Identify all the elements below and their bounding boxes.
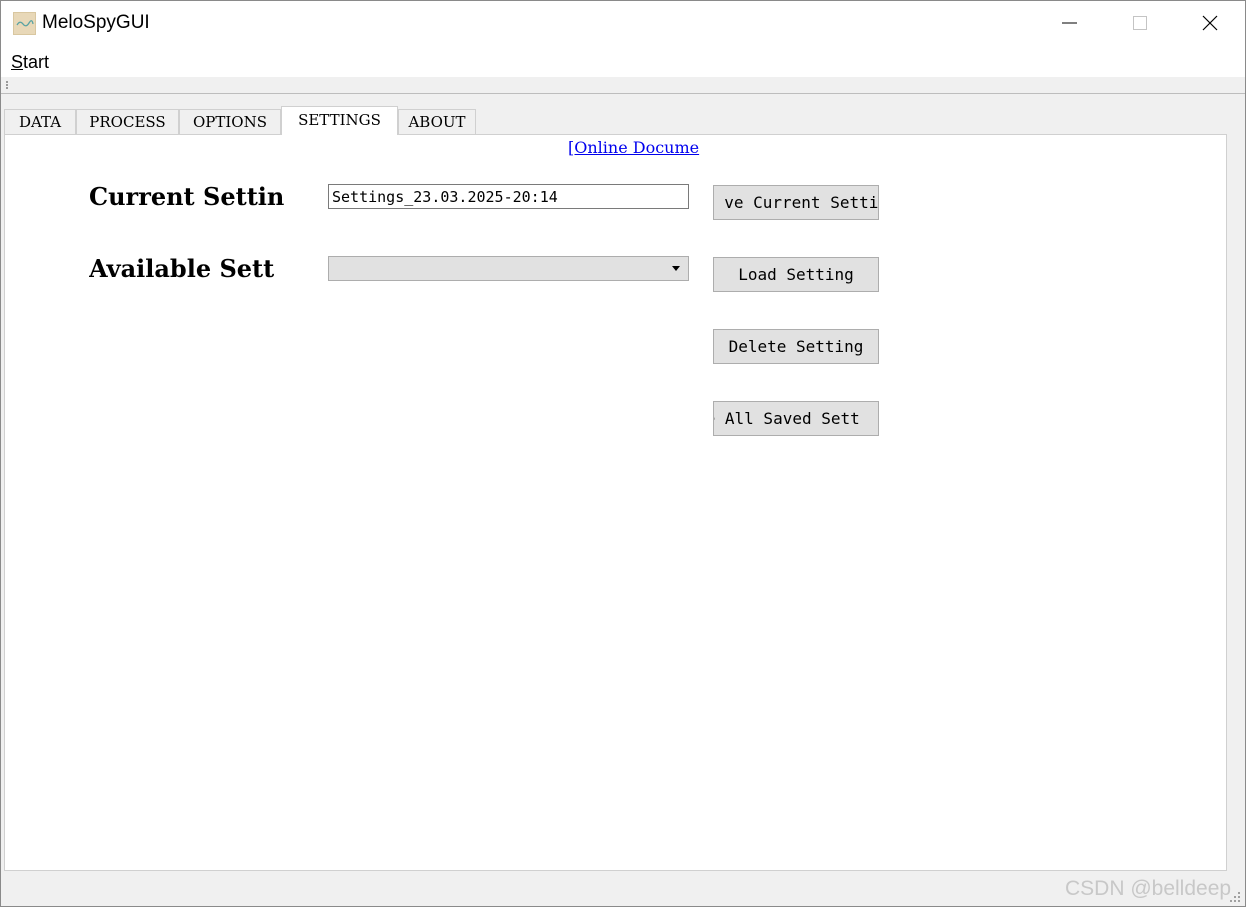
minimize-icon <box>1062 22 1077 24</box>
delete-setting-button[interactable]: Delete Setting <box>713 329 879 364</box>
melospy-app-icon <box>13 12 36 35</box>
title-bar[interactable]: MeloSpyGUI <box>1 1 1245 45</box>
available-settings-dropdown[interactable] <box>328 256 689 281</box>
load-setting-button[interactable]: Load Setting <box>713 257 879 292</box>
tab-settings[interactable]: SETTINGS <box>281 106 398 135</box>
current-setting-input[interactable] <box>328 184 689 209</box>
tab-options[interactable]: OPTIONS <box>179 109 281 134</box>
watermark-text: CSDN @belldeep <box>1065 877 1232 900</box>
menu-start-mnemonic: S <box>11 52 24 72</box>
tab-about[interactable]: ABOUT <box>398 109 476 134</box>
toolbar-grip-icon[interactable] <box>6 81 10 89</box>
maximize-icon <box>1133 16 1147 30</box>
maximize-button[interactable] <box>1105 1 1175 45</box>
load-button-label: Load Setting <box>738 265 854 284</box>
tab-data[interactable]: DATA <box>4 109 76 134</box>
menu-start[interactable]: Start <box>11 52 49 73</box>
window-title: MeloSpyGUI <box>42 12 150 33</box>
online-documentation-link[interactable]: [Online Docume <box>568 138 699 157</box>
status-bar <box>1 872 1245 906</box>
save-button-label: ve Current Settin <box>724 193 879 212</box>
close-icon <box>1202 15 1218 31</box>
available-settings-label: Available Sett <box>89 254 275 283</box>
chevron-down-icon <box>672 266 680 271</box>
tab-process[interactable]: PROCESS <box>76 109 179 134</box>
save-current-setting-button[interactable]: ve Current Settin <box>713 185 879 220</box>
resize-grip-icon[interactable] <box>1229 891 1241 903</box>
minimize-button[interactable] <box>1035 1 1105 45</box>
current-setting-label: Current Settin <box>89 182 285 211</box>
menu-bar: Start <box>1 45 1245 77</box>
toolbar <box>1 77 1245 94</box>
menu-start-rest: tart <box>23 52 50 72</box>
app-window: MeloSpyGUI Start DATA PROCESS OPTIONS SE… <box>0 0 1246 907</box>
delete-button-label: Delete Setting <box>728 337 864 356</box>
delete-all-button-label: te All Saved Sett <box>714 409 860 428</box>
delete-all-saved-settings-button[interactable]: te All Saved Sett <box>713 401 879 436</box>
close-button[interactable] <box>1175 1 1245 45</box>
settings-panel <box>4 134 1227 871</box>
